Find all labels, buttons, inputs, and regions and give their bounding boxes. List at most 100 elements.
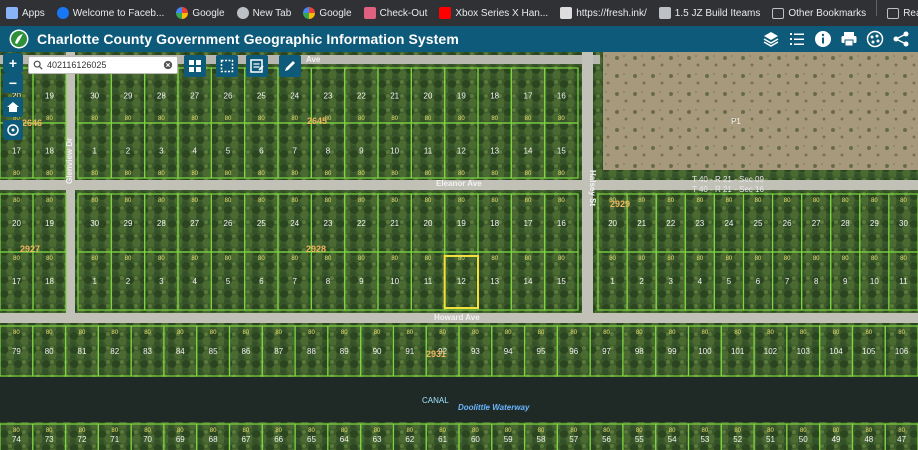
county-seal-logo-icon: [9, 29, 29, 49]
lot-number: 17: [12, 147, 21, 156]
lot-frontage-label: 80: [425, 116, 432, 122]
aerial-parcel-map[interactable]: 3080298028802780268025802480238022802180…: [0, 52, 918, 450]
lot-frontage-label: 80: [898, 428, 905, 434]
lot-frontage-label: 80: [702, 330, 709, 336]
zoom-in-button[interactable]: +: [3, 53, 23, 73]
lot-frontage-label: 80: [79, 428, 86, 434]
lot-number: 28: [157, 219, 166, 228]
lot-frontage-label: 80: [406, 428, 413, 434]
lot-frontage-label: 80: [91, 116, 98, 122]
lot-frontage-label: 80: [79, 330, 86, 336]
fresh-ink-icon: [560, 7, 573, 19]
lot-frontage-label: 80: [755, 198, 762, 204]
bookmark-item[interactable]: Reading List: [881, 0, 918, 26]
lot-frontage-label: 80: [391, 198, 398, 204]
bookmark-item[interactable]: 1.5 JZ Build Iteams: [653, 0, 767, 26]
home-button[interactable]: [3, 97, 23, 117]
lot-frontage-label: 80: [813, 198, 820, 204]
lot-frontage-label: 80: [734, 330, 741, 336]
lot-frontage-label: 80: [275, 428, 282, 434]
parcel-search-input[interactable]: 402116126025: [28, 56, 178, 74]
lot-number: 8: [814, 277, 819, 286]
lot-frontage-label: 80: [91, 198, 98, 204]
lot-frontage-label: 80: [225, 171, 232, 177]
clear-search-icon[interactable]: [163, 60, 173, 70]
lot-number: 25: [257, 92, 266, 101]
lot-number: 10: [390, 277, 399, 286]
lot-frontage-label: 80: [177, 428, 184, 434]
bookmark-item[interactable]: Apps: [0, 0, 51, 26]
lot-frontage-label: 80: [258, 116, 265, 122]
lot-number: 3: [159, 277, 164, 286]
grid-tool-button[interactable]: [184, 55, 206, 77]
lot-frontage-label: 80: [275, 330, 282, 336]
info-icon[interactable]: [814, 30, 832, 48]
zoom-out-button[interactable]: −: [3, 73, 23, 93]
lot-number: 6: [259, 147, 264, 156]
lot-number: 7: [292, 147, 297, 156]
lot-number: 70: [143, 435, 152, 444]
lot-frontage-label: 80: [13, 330, 20, 336]
list-icon[interactable]: [788, 30, 806, 48]
lot-number: 4: [192, 277, 197, 286]
lot-number: 103: [797, 347, 811, 356]
lot-frontage-label: 80: [158, 171, 165, 177]
bookmark-item[interactable]: Google: [297, 0, 357, 26]
share-icon[interactable]: [892, 30, 910, 48]
block-number-2929: 2929: [610, 199, 630, 209]
bookmark-item[interactable]: New Tab: [231, 0, 298, 26]
lot-frontage-label: 80: [111, 428, 118, 434]
bookmark-item[interactable]: Welcome to Faceb...: [51, 0, 171, 26]
bookmark-label: Apps: [22, 7, 45, 19]
road-label-halsey-st: Halsey St: [588, 170, 597, 206]
bookmark-label: Reading List: [903, 7, 918, 19]
canal-water: [0, 377, 918, 422]
select-tool-button[interactable]: [216, 55, 238, 77]
lot-number: 101: [731, 347, 745, 356]
locate-button[interactable]: [3, 120, 23, 140]
lot-frontage-label: 80: [13, 256, 20, 262]
lot-frontage-label: 80: [111, 330, 118, 336]
bookmark-item[interactable]: Other Bookmarks: [766, 0, 872, 26]
lot-number: 25: [257, 219, 266, 228]
lot-frontage-label: 80: [525, 116, 532, 122]
bookmark-item[interactable]: Xbox Series X Han...: [433, 0, 554, 26]
draw-tool-button[interactable]: [279, 55, 301, 77]
lot-number: 93: [471, 347, 480, 356]
lot-number: 29: [870, 219, 879, 228]
lot-frontage-label: 80: [358, 198, 365, 204]
lot-number: 100: [698, 347, 712, 356]
lot-number: 14: [524, 277, 533, 286]
lot-number: 17: [524, 92, 533, 101]
lot-number: 49: [832, 435, 841, 444]
notes-tool-button[interactable]: [246, 55, 268, 77]
bookmark-item[interactable]: https://fresh.ink/: [554, 0, 653, 26]
lot-frontage-label: 80: [191, 171, 198, 177]
lot-number: 56: [602, 435, 611, 444]
lot-frontage-label: 80: [391, 256, 398, 262]
road-label-howard-ave: Howard Ave: [434, 313, 480, 322]
lot-number: 27: [190, 92, 199, 101]
lot-frontage-label: 80: [225, 256, 232, 262]
lot-number: 53: [700, 435, 709, 444]
lot-frontage-label: 80: [358, 171, 365, 177]
lot-frontage-label: 80: [767, 330, 774, 336]
bookmark-label: Google: [319, 7, 352, 19]
search-icon: [33, 60, 43, 70]
lot-frontage-label: 80: [800, 428, 807, 434]
basemap-gallery-icon[interactable]: [866, 30, 884, 48]
map-view[interactable]: 30 80 29 80 28 80 27 80 26 80 25 80 24 80 23 80 22 80 21 80…: [0, 52, 918, 450]
lot-number: 59: [504, 435, 513, 444]
lot-number: 24: [290, 219, 299, 228]
parcel-label-p1: P1: [731, 117, 741, 126]
youtube-icon: [439, 7, 452, 19]
lot-number: 26: [783, 219, 792, 228]
lot-number: 12: [457, 147, 466, 156]
bookmark-item[interactable]: Check-Out: [358, 0, 434, 26]
layers-icon[interactable]: [762, 30, 780, 48]
block-number-2931: 2931: [426, 349, 446, 359]
bookmark-item[interactable]: Google: [170, 0, 230, 26]
lot-frontage-label: 80: [800, 330, 807, 336]
print-icon[interactable]: [840, 30, 858, 48]
lot-number: 81: [78, 347, 87, 356]
